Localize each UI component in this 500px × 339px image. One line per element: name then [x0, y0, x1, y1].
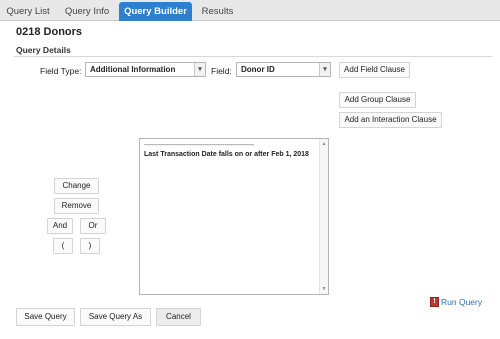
run-query-link[interactable]: ! Run Query [430, 296, 482, 307]
field-label: Field: [211, 66, 232, 76]
remove-button[interactable]: Remove [54, 198, 99, 214]
add-interaction-clause-button[interactable]: Add an Interaction Clause [339, 112, 442, 128]
section-title: Query Details [16, 45, 71, 55]
chevron-down-icon: ▾ [194, 63, 205, 76]
section-divider [14, 56, 492, 57]
and-button[interactable]: And [47, 218, 73, 234]
field-value: Donor ID [241, 65, 275, 74]
add-group-clause-button[interactable]: Add Group Clause [339, 92, 416, 108]
save-query-as-button[interactable]: Save Query As [80, 308, 151, 326]
change-button[interactable]: Change [54, 178, 99, 194]
tab-query-list[interactable]: Query List [2, 2, 54, 21]
close-paren-button[interactable]: ) [80, 238, 100, 254]
field-type-value: Additional Information [90, 65, 176, 74]
page-title: 0218 Donors [16, 26, 83, 38]
field-type-label: Field Type: [40, 66, 82, 76]
scroll-down-icon[interactable]: ▼ [320, 285, 328, 293]
field-select[interactable]: Donor ID ▾ [236, 62, 331, 77]
add-field-clause-button[interactable]: Add Field Clause [339, 62, 410, 78]
chevron-down-icon: ▾ [319, 63, 330, 76]
query-clauses-list[interactable]: ----------------------------------------… [139, 138, 329, 295]
scroll-up-icon[interactable]: ▲ [320, 140, 328, 148]
tab-results[interactable]: Results [195, 2, 240, 21]
save-query-button[interactable]: Save Query [16, 308, 75, 326]
scrollbar[interactable]: ▲ ▼ [319, 139, 328, 294]
clause-separator: ----------------------------------------… [144, 142, 254, 149]
field-type-select[interactable]: Additional Information ▾ [85, 62, 206, 77]
clause-item[interactable]: Last Transaction Date falls on or after … [144, 151, 309, 158]
or-button[interactable]: Or [80, 218, 106, 234]
run-query-label: Run Query [441, 296, 483, 307]
tab-query-builder[interactable]: Query Builder [119, 2, 192, 21]
tab-bar: Query List Query Info Query Builder Resu… [0, 0, 500, 21]
cancel-button[interactable]: Cancel [156, 308, 201, 326]
exclamation-icon: ! [430, 296, 439, 307]
tab-query-info[interactable]: Query Info [58, 2, 116, 21]
open-paren-button[interactable]: ( [53, 238, 73, 254]
